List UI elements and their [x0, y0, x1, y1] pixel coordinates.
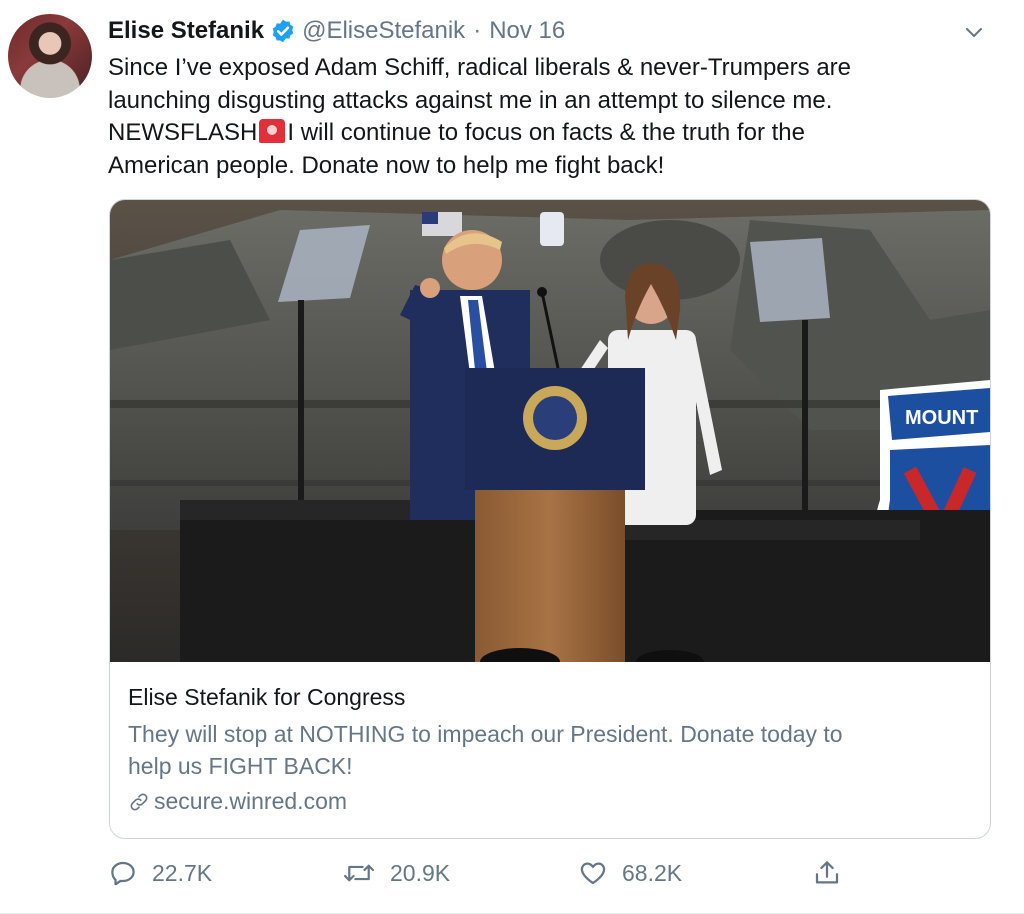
tweet-text-line: American people. Donate now to help me f… — [108, 151, 665, 179]
tweet-text-line: Since I’ve exposed Adam Schiff, radical … — [108, 54, 852, 81]
link-card[interactable]: MOUNT Elise Stefanik for Congress They w… — [109, 199, 991, 839]
tweet: Elise Stefanik @EliseStefanik · Nov 16 S… — [0, 0, 1024, 914]
reply-count: 22.7K — [152, 859, 213, 886]
author-name[interactable]: Elise Stefanik — [108, 17, 264, 45]
card-description: They will stop at NOTHING to impeach our… — [128, 718, 978, 782]
like-button[interactable]: 68.2K — [578, 858, 682, 888]
tweet-text-line: NEWSFLASH I will continue to focus on fac… — [108, 117, 988, 150]
retweet-count: 20.9K — [390, 859, 451, 886]
heart-icon — [580, 862, 606, 885]
card-link[interactable]: secure.winred.com — [128, 788, 347, 815]
avatar[interactable] — [8, 14, 92, 98]
author-handle[interactable]: @EliseStefanik — [302, 17, 465, 45]
card-description-line: help us FIGHT BACK! — [128, 753, 353, 779]
card-domain: secure.winred.com — [154, 788, 348, 814]
link-icon — [130, 793, 148, 810]
reply-button[interactable]: 22.7K — [108, 858, 212, 888]
tweet-text: Since I’ve exposed Adam Schiff, radical … — [108, 52, 988, 182]
share-icon — [815, 861, 839, 884]
tweet-header: Elise Stefanik @EliseStefanik · Nov 16 — [108, 14, 565, 48]
rotating-light-icon — [259, 119, 286, 143]
card-photo[interactable]: MOUNT — [110, 200, 990, 662]
separator-dot: · — [473, 17, 482, 44]
action-bar: 22.7K 20.9K 68.2K — [108, 858, 848, 894]
tweet-text-segment: NEWSFLASH — [108, 119, 258, 146]
chevron-down-icon[interactable] — [962, 20, 986, 44]
tweet-text-line: launching disgusting attacks against me … — [108, 86, 833, 114]
card-description-line: They will stop at NOTHING to impeach our… — [128, 721, 843, 747]
card-title[interactable]: Elise Stefanik for Congress — [128, 684, 405, 711]
like-count: 68.2K — [622, 859, 683, 886]
retweet-button[interactable]: 20.9K — [342, 858, 450, 888]
reply-icon — [111, 861, 135, 886]
retweet-icon — [343, 864, 375, 882]
verified-badge-icon — [272, 19, 294, 43]
photo-sign-text: MOUNT — [905, 407, 978, 429]
tweet-date[interactable]: Nov 16 — [489, 17, 565, 45]
tweet-text-segment: I will continue to focus on facts & the … — [287, 119, 805, 146]
share-button[interactable] — [812, 858, 856, 888]
